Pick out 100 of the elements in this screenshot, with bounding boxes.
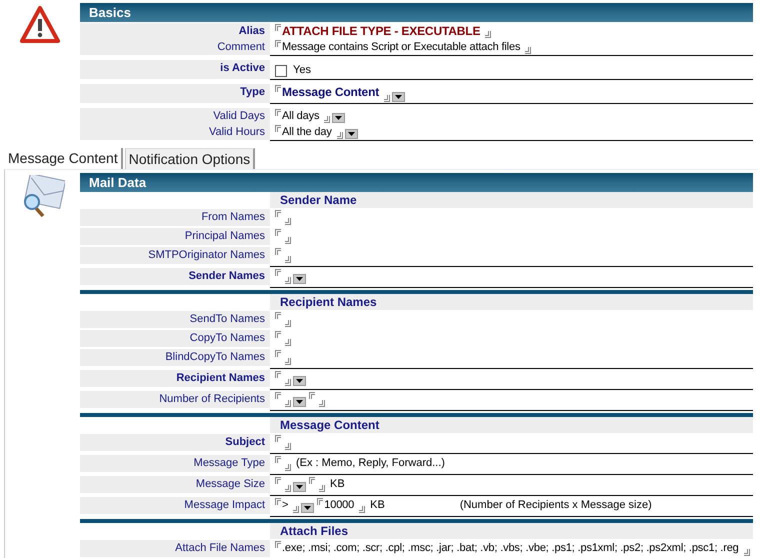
input-field[interactable] (275, 391, 291, 408)
field-end-icon (285, 320, 291, 327)
field-start-icon (275, 350, 281, 357)
field-end-icon (485, 31, 492, 38)
field-label: From Names (201, 211, 265, 223)
field-start-icon (275, 40, 281, 47)
field-start-icon (317, 498, 324, 505)
caret-icon (395, 95, 402, 99)
input-field[interactable] (275, 311, 291, 328)
input-field[interactable]: 10000 (317, 497, 366, 514)
dropdown-button[interactable] (301, 503, 314, 513)
field-start-icon (275, 248, 281, 255)
field-label: Message Impact (184, 499, 265, 511)
input-field[interactable] (275, 268, 291, 285)
input-field[interactable] (275, 209, 291, 226)
field-end-icon (285, 277, 291, 284)
field-start-icon (275, 331, 281, 338)
input-field[interactable] (275, 228, 291, 245)
field-hint: (Number of Recipients x Message size) (460, 498, 652, 513)
field-end-icon (319, 400, 325, 407)
field-start-icon (275, 210, 281, 217)
field-label: Type (240, 86, 265, 98)
input-field[interactable]: Message Content (275, 84, 390, 103)
input-field[interactable]: All days (275, 108, 330, 124)
dropdown-button[interactable] (344, 129, 358, 139)
dropdown-button[interactable] (332, 113, 346, 123)
dropdown-button[interactable] (293, 274, 306, 284)
input-field[interactable] (275, 349, 291, 366)
dropdown-button[interactable] (293, 376, 306, 386)
dropdown-button[interactable] (293, 482, 306, 492)
field-start-icon (275, 125, 281, 132)
field-start-icon (275, 541, 281, 548)
field-label: Attach File Names (175, 542, 265, 554)
field-end-icon (285, 218, 291, 225)
caret-icon (296, 277, 303, 281)
field-start-icon (275, 435, 281, 442)
field-label: Alias (238, 25, 265, 37)
field-hint: KB (330, 477, 345, 492)
caret-icon (296, 485, 303, 489)
caret-icon (296, 400, 303, 404)
checkbox[interactable] (275, 64, 287, 76)
input-field[interactable] (275, 370, 291, 387)
field-start-icon (275, 312, 281, 319)
input-field[interactable] (275, 476, 291, 493)
field-end-icon (384, 95, 390, 102)
tab[interactable]: Notification Options (124, 148, 256, 169)
field-end-icon (285, 256, 291, 263)
caret-icon (335, 116, 342, 120)
field-start-icon (275, 229, 281, 236)
field-end-icon (293, 506, 300, 513)
checkbox-label: Yes (293, 63, 311, 78)
field-start-icon (275, 392, 281, 399)
field-end-icon (285, 485, 291, 492)
subsection-title: Sender Name (270, 192, 753, 208)
field-start-icon (275, 498, 281, 505)
field-start-icon (275, 456, 281, 463)
input-field[interactable]: Message contains Script or Executable attach files (275, 39, 532, 55)
dropdown-button[interactable] (293, 397, 306, 407)
field-label: BlindCopyTo Names (165, 351, 265, 363)
input-field[interactable] (275, 247, 291, 264)
input-field[interactable]: > (275, 497, 300, 514)
section-header: Mail Data (80, 173, 753, 192)
input-field[interactable] (275, 330, 291, 347)
input-field[interactable]: All the day (275, 124, 343, 140)
subsection-title: Message Content (270, 417, 753, 433)
input-field[interactable]: ATTACH FILE TYPE - EXECUTABLE (275, 23, 492, 39)
field-hint: (Ex : Memo, Reply, Forward...) (296, 456, 445, 471)
input-field[interactable] (309, 391, 325, 408)
field-end-icon (285, 358, 291, 365)
field-end-icon (525, 47, 532, 54)
field-label: Comment (217, 41, 265, 53)
field-hint: KB (370, 498, 385, 513)
input-field[interactable] (275, 434, 291, 451)
input-field[interactable] (309, 476, 325, 493)
subsection-title: Attach Files (270, 523, 753, 539)
input-field[interactable]: .exe; .msi; .com; .scr; .cpl; .msc; .jar; .bat; .vb; .vbs; .vbe; .ps1; .ps1xml; .ps2; .ps2xml; .psc1; .reg (275, 540, 750, 557)
warning-icon (20, 6, 60, 44)
field-label: CopyTo Names (190, 332, 265, 344)
field-label: Valid Days (213, 110, 265, 122)
caret-icon (304, 506, 312, 510)
dropdown-button[interactable] (392, 92, 406, 102)
field-end-icon (285, 379, 291, 386)
field-end-icon (336, 132, 343, 139)
field-start-icon (275, 371, 281, 378)
field-end-icon (744, 549, 750, 556)
field-label: Sender Names (188, 270, 265, 282)
field-start-icon (275, 269, 281, 276)
field-label: SendTo Names (190, 313, 265, 325)
field-label: Valid Hours (208, 126, 265, 138)
caret-icon (296, 379, 303, 383)
field-end-icon (285, 400, 291, 407)
field-start-icon (309, 392, 315, 399)
field-label: Message Type (194, 457, 265, 469)
field-end-icon (285, 464, 291, 471)
field-end-icon (285, 443, 291, 450)
field-label: Principal Names (184, 230, 265, 242)
input-field[interactable] (275, 455, 291, 472)
field-start-icon (275, 109, 281, 116)
field-end-icon (285, 339, 291, 346)
field-label: SMTPOriginator Names (148, 249, 265, 261)
